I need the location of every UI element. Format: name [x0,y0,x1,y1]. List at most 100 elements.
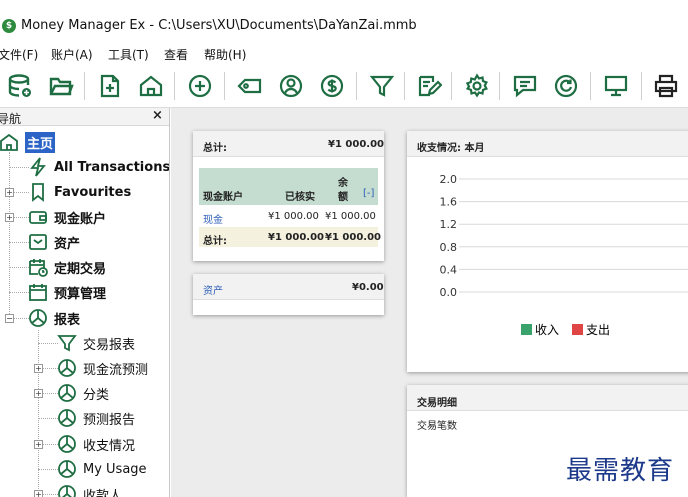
nav-item-label: 分类 [83,387,110,403]
close-icon[interactable]: × [152,108,163,123]
expand-income-expense-button[interactable]: + [34,440,43,449]
nav-item-label: 现金流预测 [83,362,149,378]
legend-expense[interactable]: 支出 [572,321,610,338]
income-expense-title: 收支情况: 本月 [417,143,485,154]
nav-item-assets[interactable]: 资产 [27,230,80,254]
nav-item-label: My Usage [83,461,147,477]
pie-chart-icon [56,483,78,497]
nav-item-payee[interactable]: 收款人 [56,482,122,497]
menu-view[interactable]: 查看 [164,46,188,63]
home-icon[interactable] [135,70,167,102]
y-tick-label: 1.6 [440,196,458,209]
expand-cash-accounts-button[interactable]: + [5,213,14,222]
comment-icon[interactable] [509,70,541,102]
y-tick-label: 0.4 [440,263,458,276]
nav-item-label: 报表 [54,312,81,328]
nav-item-label: 收款人 [83,488,123,497]
nav-item-my-usage[interactable]: My Usage [56,457,147,481]
refresh-icon[interactable] [550,70,582,102]
y-tick-label: 0.8 [440,241,458,254]
monitor-icon[interactable] [600,70,632,102]
menu-help[interactable]: 帮助(H) [204,46,246,63]
nav-item-reports[interactable]: 报表 [27,306,80,330]
col-account-header[interactable]: 现金账户 [203,188,243,203]
menu-file[interactable]: 文件(F) [0,46,38,63]
legend-income-swatch [521,324,532,335]
legend-expense-swatch [572,324,583,335]
table-footer-row: 总计: ¥1 000.00 ¥1 000.00 [199,227,381,247]
nav-item-budget[interactable]: 预算管理 [27,280,106,304]
nav-item-cashflow-forecast[interactable]: 现金流预测 [56,356,148,380]
folder-open-icon[interactable] [45,70,77,102]
tag-icon[interactable] [234,70,266,102]
nav-item-label: Favourites [54,184,132,200]
collapse-reports-button[interactable]: − [5,314,14,323]
transactions-count-label: 交易笔数 [417,421,457,432]
menu-bar: 文件(F) 账户(A) 工具(T) 查看 帮助(H) [0,44,688,64]
window-title: Money Manager Ex - C:\Users\XU\Documents… [21,18,417,33]
wallet-icon [27,206,49,228]
col-balance-header-line2[interactable]: 额 [338,188,348,203]
accounts-summary-card: 总计: ¥1 000.00 现金账户 已核实 余 额 [-] 现金 ¥1 000… [193,131,384,261]
income-expense-card: 收支情况: 本月 2.0 1.6 1.2 0.8 0.4 0.0 收入 支出 [407,131,688,372]
user-circle-icon[interactable] [275,70,307,102]
nav-item-label: 定期交易 [54,261,107,277]
pie-chart-icon [56,382,78,404]
y-tick-label: 1.2 [440,218,458,231]
home-icon [0,131,20,153]
total-value: ¥1 000.00 [328,139,384,150]
transactions-title: 交易明细 [417,398,457,409]
nav-item-forecast-report[interactable]: 预测报告 [56,406,135,430]
navigation-title: 导航 [0,112,22,126]
menu-tools[interactable]: 工具(T) [108,46,149,63]
expand-category-button[interactable]: + [34,389,43,398]
income-expense-chart: 2.0 1.6 1.2 0.8 0.4 0.0 [440,173,688,299]
assets-value: ¥0.00 [352,282,384,293]
new-transaction-icon[interactable] [94,70,126,102]
settings-gear-icon[interactable] [461,70,493,102]
nav-item-cash-accounts[interactable]: 现金账户 [27,205,106,229]
filter-icon[interactable] [366,70,398,102]
accounts-table-header: 现金账户 已核实 余 额 [-] [199,168,378,205]
nav-item-transaction-report[interactable]: 交易报表 [56,331,135,355]
legend-income-label: 收入 [535,323,560,337]
filter-icon [56,332,78,354]
lightning-icon [27,156,49,178]
nav-item-home[interactable]: 主页 [0,130,56,154]
expand-favourites-button[interactable]: + [5,188,14,197]
pie-chart-icon [56,357,78,379]
col-balance-header-line1[interactable]: 余 [338,174,348,189]
expand-payee-button[interactable]: + [34,490,43,497]
menu-account[interactable]: 账户(A) [51,46,93,63]
reconciled-value: ¥1 000.00 [268,211,319,222]
nav-item-recurring[interactable]: 定期交易 [27,255,106,279]
col-reconciled-header[interactable]: 已核实 [285,188,315,203]
print-icon[interactable] [650,70,682,102]
nav-item-favourites[interactable]: Favourites [27,180,131,204]
expand-cashflow-button[interactable]: + [34,364,43,373]
calendar-clock-icon [27,256,49,278]
legend-income[interactable]: 收入 [521,321,559,338]
toolbar [0,64,688,108]
add-circle-icon[interactable] [184,70,216,102]
database-icon[interactable] [4,70,36,102]
asset-box-icon [27,231,49,253]
footer-total-label: 总计: [203,236,227,247]
account-link-cash[interactable]: 现金 [203,211,223,226]
dollar-circle-icon[interactable] [316,70,348,102]
nav-item-label: 主页 [25,131,56,153]
nav-item-label: 交易报表 [83,337,136,353]
navigation-header: 导航 × [0,108,169,126]
nav-item-all-transactions[interactable]: All Transactions [27,155,170,179]
nav-item-label: All Transactions [54,159,170,175]
nav-item-income-expense[interactable]: 收支情况 [56,432,135,456]
table-row[interactable]: 现金 ¥1 000.00 ¥1 000.00 [199,206,378,226]
nav-item-category[interactable]: 分类 [56,381,109,405]
footer-reconciled-value: ¥1 000.00 [268,232,324,243]
footer-balance-value: ¥1 000.00 [325,232,381,243]
collapse-toggle-button[interactable]: [-] [363,188,374,199]
pie-chart-icon [56,407,78,429]
edit-icon[interactable] [413,70,445,102]
total-label: 总计: [203,143,227,154]
assets-link[interactable]: 资产 [203,282,223,297]
